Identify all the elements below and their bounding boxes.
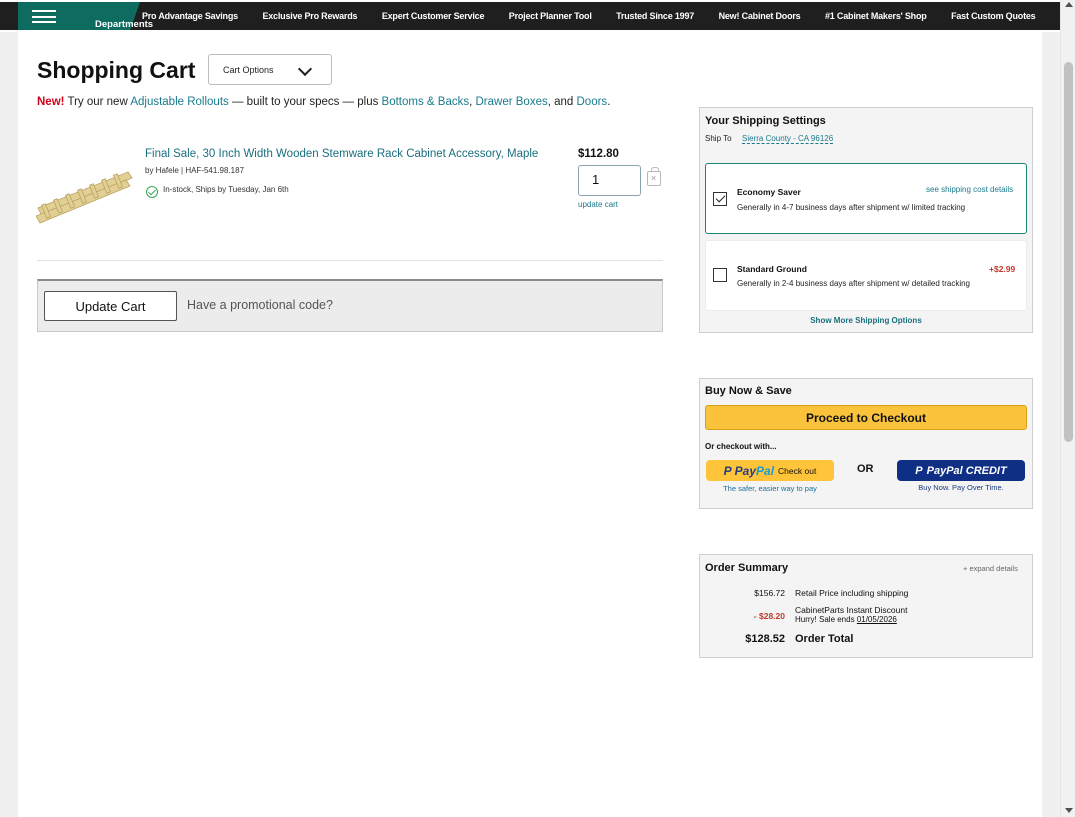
sale-end-date: 01/05/2026 xyxy=(856,615,897,624)
nav-items: Pro Advantage Savings Exclusive Pro Rewa… xyxy=(142,11,1060,21)
order-total-amount: $128.52 xyxy=(745,633,785,645)
expand-details-link[interactable]: + expand details xyxy=(963,564,1018,573)
product-image[interactable] xyxy=(36,166,134,224)
nav-item-pro-rewards[interactable]: Exclusive Pro Rewards xyxy=(262,11,357,21)
paypal-credit-label: PayPal CREDIT xyxy=(926,464,1007,477)
nav-item-pro-advantage[interactable]: Pro Advantage Savings xyxy=(142,11,238,21)
nav-item-project-planner[interactable]: Project Planner Tool xyxy=(509,11,592,21)
buy-now-heading: Buy Now & Save xyxy=(705,385,792,397)
new-products-banner: New! Try our new Adjustable Rollouts — b… xyxy=(37,96,610,108)
order-total-label: Order Total xyxy=(795,633,854,645)
paypal-tagline: The safer, easier way to pay xyxy=(723,484,817,493)
cart-options-label: Cart Options xyxy=(223,64,274,75)
nav-item-customer-service[interactable]: Expert Customer Service xyxy=(382,11,485,21)
economy-checkbox[interactable] xyxy=(713,192,727,206)
banner-text: Try our new xyxy=(64,96,131,108)
chevron-down-icon xyxy=(297,61,313,77)
drawer-boxes-link[interactable]: Drawer Boxes xyxy=(476,96,548,108)
discount-label: CabinetParts Instant Discount xyxy=(795,605,908,615)
scroll-up-icon[interactable] xyxy=(1065,2,1073,7)
economy-option-desc: Generally in 4-7 business days after shi… xyxy=(737,203,966,212)
nav-item-cabinet-doors[interactable]: New! Cabinet Doors xyxy=(719,11,801,21)
product-brand-sku: by Hafele | HAF-541.98.187 xyxy=(145,166,245,175)
retail-price-label: Retail Price including shipping xyxy=(795,588,909,598)
update-cart-button[interactable]: Update Cart xyxy=(44,291,177,321)
new-badge: New! xyxy=(37,96,65,108)
or-separator: OR xyxy=(857,463,874,475)
ship-to-label: Ship To xyxy=(705,134,732,143)
ship-to-location-link[interactable]: Sierra County - CA 96126 xyxy=(742,134,834,144)
bottoms-backs-link[interactable]: Bottoms & Backs xyxy=(382,96,470,108)
shipping-option-standard[interactable] xyxy=(705,240,1027,311)
check-circle-icon xyxy=(146,186,158,198)
page-title: Shopping Cart xyxy=(37,57,196,83)
nav-item-cabinet-makers[interactable]: #1 Cabinet Makers' Shop xyxy=(825,11,927,21)
nav-item-trusted[interactable]: Trusted Since 1997 xyxy=(616,11,694,21)
update-cart-link[interactable]: update cart xyxy=(578,200,618,209)
quantity-input[interactable]: 1 xyxy=(578,165,641,196)
shipping-cost-details-link[interactable]: see shipping cost details xyxy=(926,185,1013,194)
banner-text: — built to your specs — plus xyxy=(228,96,382,108)
proceed-to-checkout-button[interactable]: Proceed to Checkout xyxy=(705,405,1027,430)
paypal-credit-button[interactable]: P PayPal CREDIT xyxy=(897,460,1025,481)
paypal-credit-tagline: Buy Now. Pay Over Time. xyxy=(918,483,1004,492)
sale-ends-prefix: Hurry! Sale ends xyxy=(795,615,857,624)
paypal-icon: P xyxy=(723,463,732,478)
trash-icon[interactable] xyxy=(647,167,661,186)
nav-bar: Departments Pro Advantage Savings Exclus… xyxy=(0,2,1060,30)
nav-item-custom-quotes[interactable]: Fast Custom Quotes xyxy=(951,11,1036,21)
standard-option-price: +$2.99 xyxy=(989,264,1016,274)
paypal-icon: P xyxy=(915,464,923,477)
retail-price-amount: $156.72 xyxy=(754,588,785,598)
paypal-logo: PayPal xyxy=(735,464,774,478)
item-price: $112.80 xyxy=(578,148,619,160)
paypal-logo-pal: Pal xyxy=(756,463,775,478)
scroll-down-icon[interactable] xyxy=(1065,808,1073,813)
top-navigation: Departments Pro Advantage Savings Exclus… xyxy=(0,0,1060,32)
discount-amount: - $28.20 xyxy=(753,611,785,621)
scrollbar-thumb[interactable] xyxy=(1064,62,1073,442)
shipping-heading: Your Shipping Settings xyxy=(705,115,826,127)
shipping-option-economy[interactable] xyxy=(705,163,1027,234)
standard-checkbox[interactable] xyxy=(713,268,727,282)
economy-option-name: Economy Saver xyxy=(737,187,801,197)
paypal-logo-pay: Pay xyxy=(734,463,757,478)
paypal-checkout-label: Check out xyxy=(778,465,817,476)
standard-option-name: Standard Ground xyxy=(737,264,807,274)
show-more-shipping-link[interactable]: Show More Shipping Options xyxy=(705,316,1027,325)
divider xyxy=(37,260,663,261)
adjustable-rollouts-link[interactable]: Adjustable Rollouts xyxy=(130,96,228,108)
paypal-checkout-button[interactable]: P PayPal Check out xyxy=(706,460,834,481)
stock-status: In-stock, Ships by Tuesday, Jan 6th xyxy=(163,185,289,194)
cart-options-dropdown[interactable]: Cart Options xyxy=(208,54,332,85)
vertical-scrollbar[interactable] xyxy=(1060,0,1075,817)
banner-text: . xyxy=(607,96,611,108)
or-checkout-with-label: Or checkout with... xyxy=(705,442,777,451)
banner-text: , and xyxy=(547,96,577,108)
departments-menu[interactable]: Departments xyxy=(0,2,153,30)
order-summary-heading: Order Summary xyxy=(705,562,789,574)
hamburger-icon xyxy=(32,10,56,23)
promo-code-link[interactable]: Have a promotional code? xyxy=(187,298,333,312)
doors-link[interactable]: Doors xyxy=(577,96,608,108)
sale-ends-text: Hurry! Sale ends 01/05/2026 xyxy=(795,615,897,624)
standard-option-desc: Generally in 2-4 business days after shi… xyxy=(737,279,971,288)
departments-label: Departments xyxy=(95,18,154,30)
product-name-link[interactable]: Final Sale, 30 Inch Width Wooden Stemwar… xyxy=(145,148,538,160)
